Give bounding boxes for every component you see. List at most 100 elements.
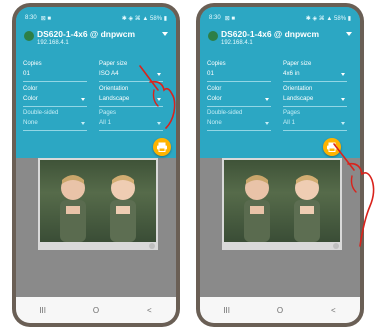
field-underline [99, 106, 163, 107]
copies-label: Copies [207, 61, 226, 67]
chevron-down-icon[interactable] [341, 98, 345, 101]
chevron-down-icon[interactable] [81, 98, 85, 101]
orientation-value[interactable]: Landscape [283, 95, 347, 103]
field-underline [99, 81, 163, 82]
paper-size-label: Paper size [283, 61, 312, 67]
double-sided-label: Double-sided [23, 110, 59, 116]
paper-size-value[interactable]: ISO A4 [99, 70, 163, 78]
double-sided-value[interactable]: None [23, 119, 87, 127]
copies-field[interactable]: Copies 01 [207, 61, 271, 82]
pages-label: Pages [283, 110, 301, 116]
check-icon[interactable] [333, 243, 339, 249]
chevron-down-icon[interactable] [265, 122, 269, 125]
pages-value[interactable]: All 1 [99, 119, 163, 127]
field-underline [283, 81, 347, 82]
chevron-down-icon[interactable] [341, 73, 345, 76]
photo-preview-card[interactable] [222, 158, 342, 250]
orientation-label: Orientation [283, 86, 313, 92]
printer-ip: 192.168.4.1 [221, 40, 253, 46]
home-button[interactable]: O [270, 306, 290, 315]
field-underline [23, 81, 87, 82]
chevron-down-icon[interactable] [157, 73, 161, 76]
print-preview-screen-left: 8:30 ⊠ ■ ✱ ◈ ⌘ ▲ 58% ▮ DS620-1-4x6 @ dnp… [16, 7, 176, 323]
print-icon [327, 142, 337, 152]
printer-ip: 192.168.4.1 [37, 40, 69, 46]
recent-apps-button[interactable]: III [33, 306, 53, 315]
orientation-field[interactable]: Orientation Landscape [283, 86, 347, 107]
paper-size-field[interactable]: Paper size ISO A4 [99, 61, 163, 82]
system-status-icons: ✱ ◈ ⌘ ▲ 58% ▮ [121, 15, 167, 22]
double-sided-value[interactable]: None [207, 119, 271, 127]
copies-value[interactable]: 01 [207, 70, 271, 78]
photo-preview [224, 160, 340, 242]
field-underline [207, 106, 271, 107]
field-underline [23, 130, 87, 131]
pages-field[interactable]: Pages All 1 [99, 110, 163, 131]
photo-preview-card[interactable] [38, 158, 158, 250]
printer-selector[interactable]: DS620-1-4x6 @ dnpwcm 192.168.4.1 [208, 29, 352, 57]
home-button[interactable]: O [86, 306, 106, 315]
orientation-value[interactable]: Landscape [99, 95, 163, 103]
print-icon [157, 142, 167, 152]
child-figure [60, 175, 86, 242]
print-preview-screen-right: 8:30 ⊠ ■ ✱ ◈ ⌘ ▲ 58% ▮ DS620-1-4x6 @ dnp… [200, 7, 360, 323]
chevron-down-icon[interactable] [346, 32, 352, 36]
field-underline [283, 130, 347, 131]
pages-field[interactable]: Pages All 1 [283, 110, 347, 131]
status-time: 8:30 [209, 14, 221, 21]
check-icon[interactable] [149, 243, 155, 249]
notification-icons: ⊠ ■ [40, 15, 52, 22]
orientation-label: Orientation [99, 86, 129, 92]
pages-label: Pages [99, 110, 117, 116]
field-underline [207, 81, 271, 82]
print-button[interactable] [153, 138, 171, 156]
field-underline [283, 106, 347, 107]
print-button[interactable] [323, 138, 341, 156]
recent-apps-button[interactable]: III [217, 306, 237, 315]
printer-name: DS620-1-4x6 @ dnpwcm [221, 29, 320, 39]
printer-selector[interactable]: DS620-1-4x6 @ dnpwcm 192.168.4.1 [24, 29, 168, 57]
color-label: Color [23, 86, 38, 92]
paper-size-label: Paper size [99, 61, 128, 67]
photo-preview [40, 160, 156, 242]
double-sided-field[interactable]: Double-sided None [23, 110, 87, 131]
system-status-icons: ✱ ◈ ⌘ ▲ 58% ▮ [305, 15, 351, 22]
print-settings-panel: 8:30 ⊠ ■ ✱ ◈ ⌘ ▲ 58% ▮ DS620-1-4x6 @ dnp… [200, 7, 360, 158]
android-nav-bar: III O < [16, 297, 176, 323]
field-underline [99, 130, 163, 131]
color-field[interactable]: Color Color [23, 86, 87, 107]
color-field[interactable]: Color Color [207, 86, 271, 107]
chevron-down-icon[interactable] [265, 98, 269, 101]
child-figure [294, 175, 320, 242]
status-bar: 8:30 ⊠ ■ ✱ ◈ ⌘ ▲ 58% ▮ [25, 13, 167, 23]
color-label: Color [207, 86, 222, 92]
copies-field[interactable]: Copies 01 [23, 61, 87, 82]
pages-value[interactable]: All 1 [283, 119, 347, 127]
chevron-down-icon[interactable] [157, 98, 161, 101]
phone-frame-left: 8:30 ⊠ ■ ✱ ◈ ⌘ ▲ 58% ▮ DS620-1-4x6 @ dnp… [12, 3, 180, 327]
android-nav-bar: III O < [200, 297, 360, 323]
print-settings-panel: 8:30 ⊠ ■ ✱ ◈ ⌘ ▲ 58% ▮ DS620-1-4x6 @ dnp… [16, 7, 176, 158]
printer-icon [24, 31, 34, 41]
double-sided-label: Double-sided [207, 110, 243, 116]
double-sided-field[interactable]: Double-sided None [207, 110, 271, 131]
chevron-down-icon[interactable] [341, 122, 345, 125]
chevron-down-icon[interactable] [157, 122, 161, 125]
paper-size-value[interactable]: 4x6 in [283, 70, 347, 78]
status-time: 8:30 [25, 14, 37, 21]
field-underline [207, 130, 271, 131]
notification-icons: ⊠ ■ [224, 15, 236, 22]
printer-icon [208, 31, 218, 41]
color-value[interactable]: Color [23, 95, 87, 103]
back-button[interactable]: < [139, 306, 159, 315]
copies-label: Copies [23, 61, 42, 67]
chevron-down-icon[interactable] [81, 122, 85, 125]
chevron-down-icon[interactable] [162, 32, 168, 36]
paper-size-field[interactable]: Paper size 4x6 in [283, 61, 347, 82]
phone-frame-right: 8:30 ⊠ ■ ✱ ◈ ⌘ ▲ 58% ▮ DS620-1-4x6 @ dnp… [196, 3, 364, 327]
copies-value[interactable]: 01 [23, 70, 87, 78]
child-figure [110, 175, 136, 242]
back-button[interactable]: < [323, 306, 343, 315]
color-value[interactable]: Color [207, 95, 271, 103]
orientation-field[interactable]: Orientation Landscape [99, 86, 163, 107]
